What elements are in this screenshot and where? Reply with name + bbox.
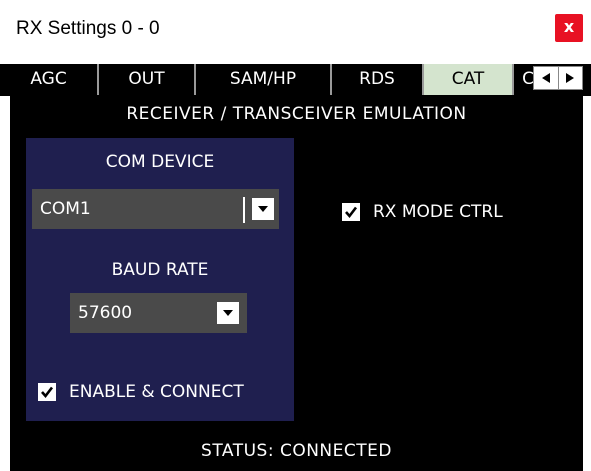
enable-connect-checkbox[interactable]: ENABLE & CONNECT xyxy=(38,382,244,402)
title-bar: RX Settings 0 - 0 x xyxy=(0,0,591,64)
tab-cat[interactable]: CAT xyxy=(422,64,512,95)
chevron-down-icon[interactable] xyxy=(217,302,239,324)
tab-out[interactable]: OUT xyxy=(97,64,194,95)
baud-rate-label: BAUD RATE xyxy=(111,260,209,280)
panel-heading: RECEIVER / TRANSCEIVER EMULATION xyxy=(126,104,467,124)
cat-settings-panel: RECEIVER / TRANSCEIVER EMULATION COM DEV… xyxy=(10,96,583,471)
triangle-left-icon[interactable] xyxy=(534,67,558,89)
rx-mode-ctrl-checkbox[interactable]: RX MODE CTRL xyxy=(342,202,503,222)
baud-rate-value: 57600 xyxy=(78,303,133,323)
com-device-value: COM1 xyxy=(40,199,91,219)
tab-sam-hp[interactable]: SAM/HP xyxy=(194,64,330,95)
tab-agc[interactable]: AGC xyxy=(0,64,97,95)
tab-bar: AGC OUT SAM/HP RDS CAT C xyxy=(0,64,591,96)
close-button[interactable]: x xyxy=(555,14,583,42)
com-device-select[interactable]: COM1 xyxy=(32,189,279,229)
triangle-right-icon[interactable] xyxy=(557,67,583,89)
combo-separator xyxy=(243,197,245,223)
chevron-down-icon[interactable] xyxy=(252,198,274,220)
com-settings-group: COM DEVICE COM1 BAUD RATE 57600 ENABLE &… xyxy=(26,138,294,421)
baud-rate-select[interactable]: 57600 xyxy=(70,293,247,333)
connection-status: STATUS: CONNECTED xyxy=(201,441,392,461)
tab-scroll-buttons xyxy=(533,66,583,90)
checkmark-icon[interactable] xyxy=(38,383,56,401)
tab-rds[interactable]: RDS xyxy=(330,64,422,95)
checkmark-icon[interactable] xyxy=(342,203,360,221)
window-title: RX Settings 0 - 0 xyxy=(16,18,160,39)
rx-mode-ctrl-label: RX MODE CTRL xyxy=(373,202,503,222)
com-device-label: COM DEVICE xyxy=(105,152,215,172)
enable-connect-label: ENABLE & CONNECT xyxy=(69,382,244,402)
